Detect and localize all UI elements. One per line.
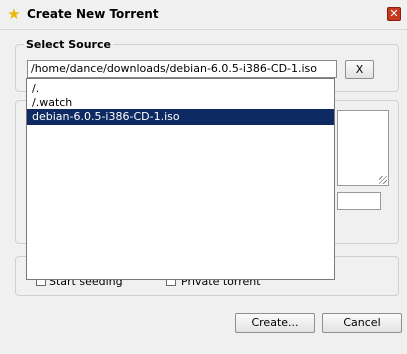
star-icon: ★ [7,5,21,23]
source-path-input[interactable]: /home/dance/downloads/debian-6.0.5-i386-… [27,60,337,78]
path-suggestions-dropdown: /. /.watch debian-6.0.5-i386-CD-1.iso [26,78,335,280]
select-source-title: Select Source [24,38,113,51]
dropdown-item-selected[interactable]: debian-6.0.5-i386-CD-1.iso [27,109,334,125]
clear-button[interactable]: X [345,60,374,79]
cancel-button[interactable]: Cancel [322,313,402,333]
comment-textarea[interactable] [337,110,389,186]
window-title: Create New Torrent [27,7,159,21]
title-bar: ★ Create New Torrent ✕ [0,0,407,30]
create-button[interactable]: Create... [235,313,315,333]
close-button[interactable]: ✕ [387,7,401,21]
piece-size-field[interactable] [337,192,381,210]
resize-grip-icon[interactable] [379,176,387,184]
